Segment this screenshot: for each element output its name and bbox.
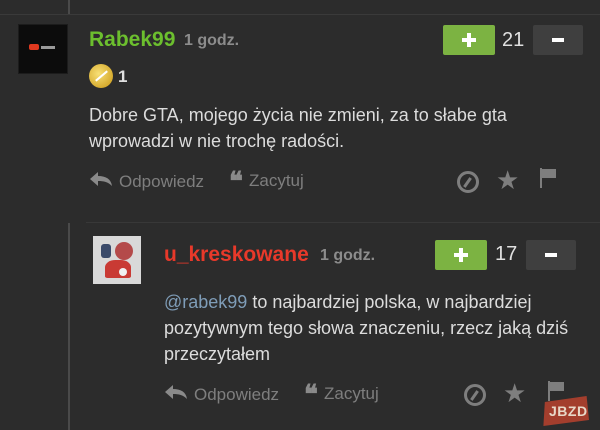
badge-icon	[89, 64, 113, 88]
comment-time: 1 godz.	[320, 247, 376, 264]
thread-line	[68, 0, 70, 14]
no-game-icon	[457, 171, 479, 193]
vote-count: 17	[495, 243, 518, 265]
reply-button[interactable]: Odpowiedz	[89, 171, 204, 192]
user-mention-link[interactable]: @rabek99	[164, 292, 247, 312]
reply-label: Odpowiedz	[194, 385, 280, 404]
comment-body: Dobre GTA, mojego życia nie zmieni, za t…	[89, 105, 507, 151]
upvote-button[interactable]	[435, 240, 487, 270]
avatar[interactable]	[93, 236, 141, 284]
downvote-button[interactable]	[533, 25, 583, 55]
site-watermark: JBZD	[541, 396, 589, 426]
downvote-button[interactable]	[526, 240, 576, 270]
quote-icon: ❝	[304, 380, 318, 410]
quote-button[interactable]: ❝ Zacytuj	[229, 167, 304, 197]
quote-label: Zacytuj	[324, 384, 379, 403]
avatar-logo	[29, 44, 39, 50]
star-icon[interactable]: ★	[496, 167, 519, 193]
quote-label: Zacytuj	[249, 171, 304, 190]
quote-button[interactable]: ❝ Zacytuj	[304, 380, 379, 410]
avatar[interactable]	[18, 24, 68, 74]
reply-button[interactable]: Odpowiedz	[164, 384, 279, 405]
divider	[86, 222, 600, 223]
comment-time: 1 godz.	[184, 32, 240, 49]
no-game-icon	[464, 384, 486, 406]
comment-author[interactable]: u_kreskowane	[164, 243, 309, 267]
comment-body: @rabek99 to najbardziej polska, w najbar…	[164, 289, 584, 367]
reply-indent-line	[68, 223, 70, 430]
comment-author[interactable]: Rabek99	[89, 28, 175, 52]
star-icon[interactable]: ★	[503, 380, 526, 406]
reply-label: Odpowiedz	[119, 172, 205, 191]
upvote-button[interactable]	[443, 25, 495, 55]
reply-arrow-icon	[89, 171, 113, 192]
watermark-text: JBZD	[549, 403, 588, 419]
reply-arrow-icon	[164, 384, 188, 405]
divider	[0, 14, 600, 15]
badge-count: 1	[118, 67, 128, 86]
avatar-logo-text	[41, 46, 55, 49]
vote-count: 21	[502, 29, 525, 51]
flag-icon	[540, 168, 558, 188]
quote-icon: ❝	[229, 167, 243, 197]
